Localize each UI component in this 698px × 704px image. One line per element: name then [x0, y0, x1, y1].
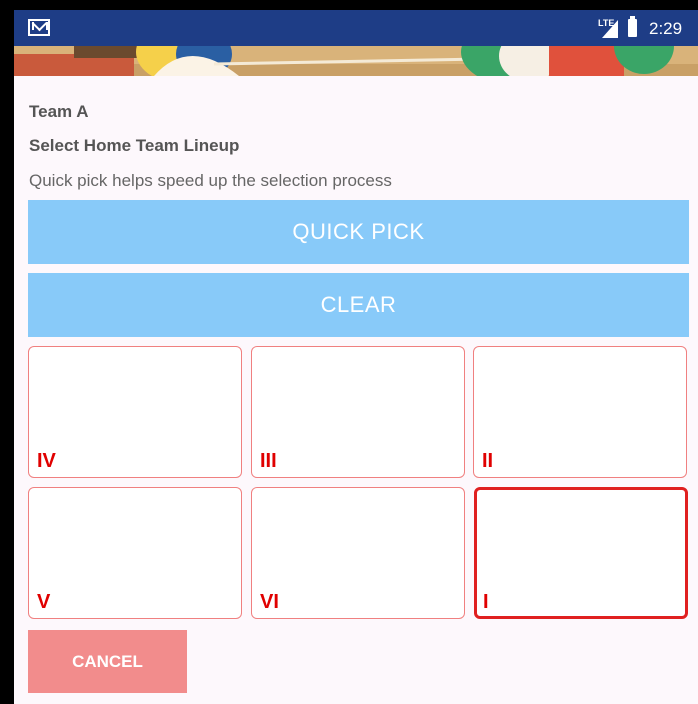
court-position-i[interactable]: I: [474, 487, 688, 619]
clock: 2:29: [649, 19, 683, 38]
position-label: V: [37, 591, 51, 613]
app-screen: LTE 2:29 Team A Select Home Team Lineup …: [14, 10, 698, 704]
mail-icon: [28, 19, 50, 36]
battery-icon: [628, 16, 637, 37]
page-title: Select Home Team Lineup: [29, 136, 240, 155]
team-name: Team A: [29, 102, 89, 121]
position-label: VI: [260, 591, 279, 613]
header-banner-image: [14, 46, 698, 76]
signal-icon: [602, 20, 618, 38]
court-position-vi[interactable]: VI: [251, 487, 465, 619]
court-position-ii[interactable]: II: [473, 346, 687, 478]
clear-button[interactable]: CLEAR: [28, 273, 689, 337]
court-position-iv[interactable]: IV: [28, 346, 242, 478]
status-bar: LTE 2:29: [14, 10, 698, 46]
helper-text: Quick pick helps speed up the selection …: [29, 171, 392, 190]
cancel-button[interactable]: CANCEL: [28, 630, 187, 693]
position-label: III: [260, 450, 277, 472]
quick-pick-button[interactable]: QUICK PICK: [28, 200, 689, 264]
position-label: II: [482, 450, 494, 472]
court-position-v[interactable]: V: [28, 487, 242, 619]
position-label: I: [483, 591, 489, 613]
court-position-iii[interactable]: III: [251, 346, 465, 478]
position-label: IV: [37, 450, 56, 472]
volleyball-banner-art: [14, 46, 698, 76]
